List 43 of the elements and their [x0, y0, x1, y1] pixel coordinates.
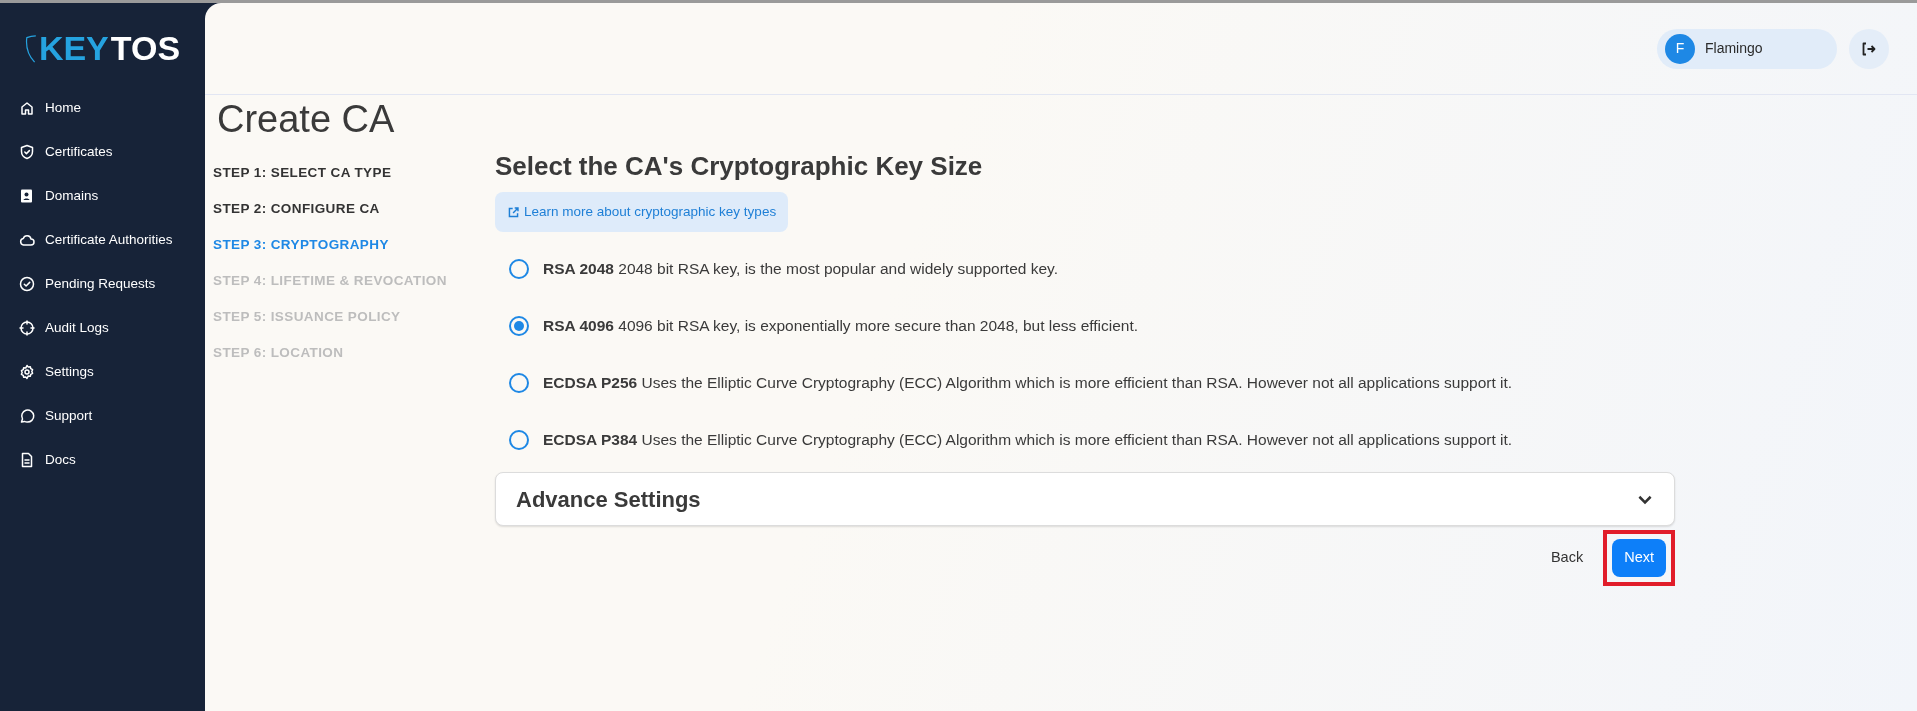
option-text: RSA 2048 2048 bit RSA key, is the most popular and widely supported key. — [543, 259, 1058, 280]
sidebar-item[interactable]: Audit Logs — [0, 306, 205, 350]
step-label[interactable]: STEP 1: SELECT CA TYPE — [213, 154, 495, 191]
user-menu[interactable]: F Flamingo — [1657, 28, 1837, 69]
sidebar-item[interactable]: Pending Requests — [0, 262, 205, 306]
sidebar-item[interactable]: Settings — [0, 350, 205, 394]
check-circle-icon — [19, 276, 35, 292]
sidebar-item[interactable]: Home — [0, 86, 205, 130]
settings-icon — [19, 364, 35, 380]
radio-button[interactable] — [509, 372, 529, 393]
section-heading: Select the CA's Cryptographic Key Size — [495, 150, 984, 182]
page-title: Create CA — [217, 99, 396, 141]
shield-icon — [19, 144, 35, 160]
sidebar-item[interactable]: Support — [0, 394, 205, 438]
next-button[interactable]: Next — [1612, 539, 1666, 577]
logo: KEYTOS — [24, 23, 181, 74]
option-text: RSA 4096 4096 bit RSA key, is exponentially more secure than 2048, but less efficient. — [543, 316, 1139, 337]
radio-button[interactable] — [509, 429, 529, 450]
avatar: F — [1665, 33, 1695, 64]
document-icon — [19, 452, 35, 468]
contact-book-icon — [19, 188, 35, 204]
chat-bubble-icon — [19, 408, 35, 424]
panel-title: Advance Settings — [516, 485, 701, 514]
sidebar-item[interactable]: Certificates — [0, 130, 205, 174]
learn-more-link[interactable]: Learn more about cryptographic key types — [495, 192, 789, 233]
external-link-icon — [507, 205, 520, 219]
cloud-icon — [19, 232, 35, 248]
step-label[interactable]: STEP 3: CRYPTOGRAPHY — [213, 226, 495, 263]
radio-button[interactable] — [509, 258, 529, 279]
home-icon — [19, 100, 35, 116]
option-text: ECDSA P384 Uses the Elliptic Curve Cryptography (ECC) Algorithm which is more efficient than RSA. However not all applications support it. — [543, 430, 1513, 451]
sidebar-item[interactable]: Docs — [0, 438, 205, 482]
logout-icon — [1861, 40, 1877, 57]
sidebar-item[interactable]: Domains — [0, 174, 205, 218]
advanced-settings-panel[interactable]: Advance Settings — [495, 472, 1675, 527]
logout-button[interactable] — [1849, 28, 1889, 69]
option-text: ECDSA P256 Uses the Elliptic Curve Cryptography (ECC) Algorithm which is more efficient than RSA. However not all applications support it. — [543, 373, 1513, 394]
crosshair-icon — [19, 320, 35, 336]
back-button[interactable]: Back — [1544, 546, 1590, 570]
radio-button[interactable] — [509, 315, 529, 336]
step-label[interactable]: STEP 2: CONFIGURE CA — [213, 190, 495, 227]
sidebar-item[interactable]: Certificate Authorities — [0, 218, 205, 262]
user-name: Flamingo — [1705, 39, 1763, 58]
